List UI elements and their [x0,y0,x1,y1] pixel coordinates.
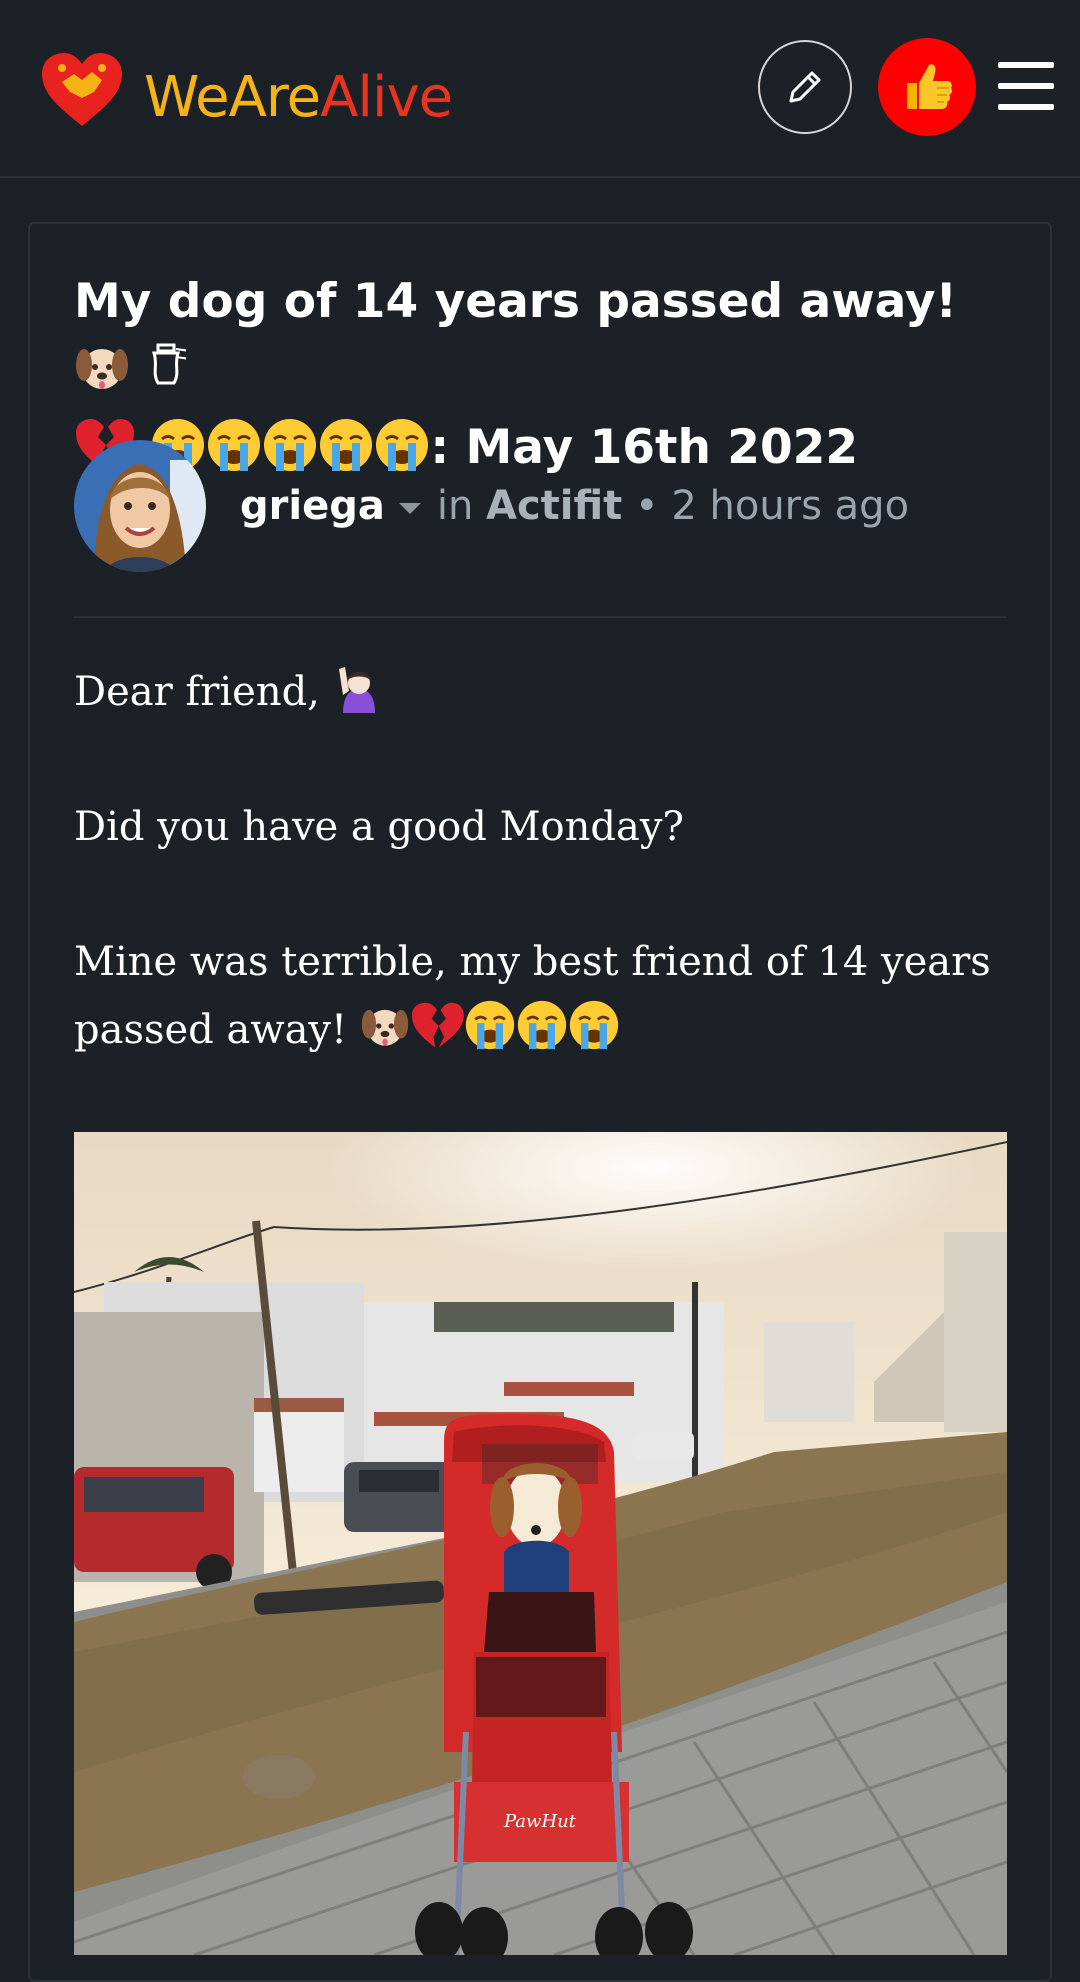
loudly-crying-face-icon [568,999,620,1072]
top-bar: WeAreAlive [0,0,1080,178]
loudly-crying-face-icon [516,999,568,1072]
logo-are: Are [228,65,322,130]
body-paragraph: Did you have a good Monday? [74,804,684,850]
body-paragraph: Dear friend, [74,658,1014,734]
author-avatar[interactable] [74,440,206,572]
post-photo[interactable]: PawHut [74,1132,1007,1955]
stroller-brand: PawHut [503,1811,577,1832]
upvote-button[interactable] [878,38,976,136]
greeting-text: Dear friend, [74,669,320,715]
dog-face-icon [360,1001,410,1072]
heart-logo-icon[interactable] [40,52,124,128]
write-post-button[interactable] [758,40,852,134]
logo-wordmark[interactable]: WeAreAlive [144,60,453,136]
logo-we: We [144,65,230,130]
post-meta: griega in Actifit • 2 hours ago [240,476,909,536]
post-title-date: : May 16th 2022 [430,420,859,475]
hamburger-menu-icon[interactable] [998,62,1054,110]
community-link[interactable]: Actifit [486,483,622,529]
meta-separator: • [635,483,659,529]
post-title-text: My dog of 14 years passed away! [74,274,957,329]
logo-alive: Alive [320,65,453,130]
broken-heart-icon [410,1001,464,1072]
author-name[interactable]: griega [240,483,385,529]
chevron-down-icon[interactable] [398,502,421,514]
post-time: 2 hours ago [671,483,910,529]
loudly-crying-face-icon [464,999,516,1072]
post-title: My dog of 14 years passed away! : May 16 [74,268,1014,492]
divider [74,616,1006,618]
pencil-icon [789,71,821,103]
person-raising-hand-icon [333,661,385,734]
body-paragraph: Mine was terrible, my best friend of 14 … [74,928,1014,1072]
dog-face-icon [74,339,130,414]
thumbs-up-icon [907,64,953,109]
funeral-urn-icon [146,339,192,414]
in-label: in [436,483,474,529]
